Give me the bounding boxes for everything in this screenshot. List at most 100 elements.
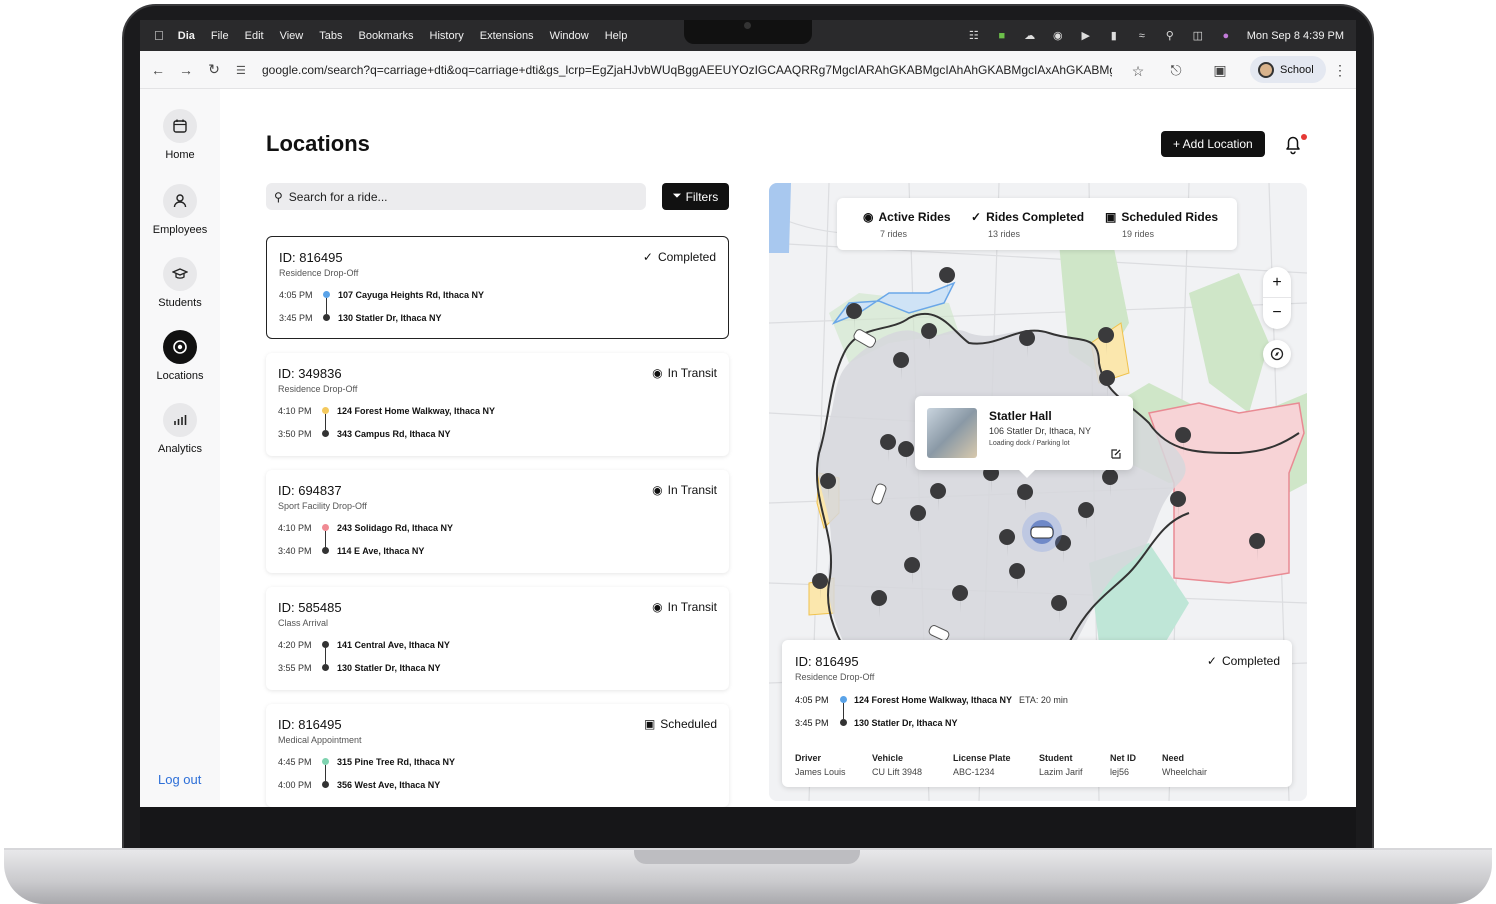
- detail-status: Completed: [1221, 654, 1280, 668]
- route-line: [325, 414, 326, 430]
- chart-icon: [163, 403, 197, 437]
- apple-icon[interactable]: : [154, 28, 164, 43]
- menu-help[interactable]: Help: [605, 30, 628, 42]
- menu-edit[interactable]: Edit: [245, 30, 264, 42]
- stat-label: Rides Completed: [986, 210, 1085, 224]
- profile-button[interactable]: School: [1250, 56, 1326, 83]
- ride-id: ID: 816495: [278, 717, 342, 732]
- ride-card[interactable]: ID: 349836 Residence Drop-Off ◉ In Transit 4…: [266, 353, 729, 456]
- menu-file[interactable]: File: [211, 30, 229, 42]
- status-badge: ✓ Completed: [643, 250, 716, 264]
- meta-key: Net ID: [1110, 753, 1137, 763]
- status-badge: ◉ In Transit: [652, 366, 717, 380]
- meta-value: Wheelchair: [1162, 767, 1208, 777]
- add-location-button[interactable]: + Add Location: [1161, 131, 1265, 157]
- more-menu-icon[interactable]: ⋮: [1326, 56, 1354, 84]
- meta-value: ABC-1234: [953, 767, 995, 777]
- dropoff-address: 130 Statler Dr, Ithaca NY: [337, 663, 441, 673]
- cast-icon[interactable]: ▣: [1206, 56, 1234, 84]
- route-line: [326, 298, 327, 314]
- notification-dot: [1301, 134, 1307, 140]
- filters-button[interactable]: ⏷ Filters: [662, 183, 729, 210]
- status-badge: ▣ Scheduled: [644, 717, 717, 731]
- check-circle-icon: ✓: [971, 210, 982, 224]
- screen:  Dia File Edit View Tabs Bookmarks Hist…: [140, 20, 1356, 807]
- battery-icon[interactable]: ▮: [1107, 29, 1121, 43]
- menu-window[interactable]: Window: [550, 30, 589, 42]
- android-icon[interactable]: ■: [995, 29, 1009, 43]
- compass-icon[interactable]: [1263, 340, 1291, 368]
- ride-card[interactable]: ID: 694837 Sport Facility Drop-Off ◉ In Tra…: [266, 470, 729, 573]
- filter-icon: ⏷: [672, 190, 682, 202]
- sidebar-item-employees[interactable]: Employees: [140, 184, 220, 236]
- search-icon: ⚲: [274, 189, 283, 204]
- pickup-time: 4:45 PM: [278, 757, 312, 767]
- edit-icon[interactable]: [1110, 448, 1122, 460]
- sidebar-item-label: Students: [158, 297, 202, 309]
- search-input[interactable]: ⚲ Search for a ride...: [266, 183, 646, 210]
- menu-app-name[interactable]: Dia: [178, 30, 195, 42]
- menu-clock[interactable]: Mon Sep 8 4:39 PM: [1247, 30, 1344, 42]
- ride-type: Residence Drop-Off: [278, 384, 358, 394]
- spotlight-icon[interactable]: ⚲: [1163, 29, 1177, 43]
- site-settings-icon[interactable]: ☰: [236, 64, 256, 77]
- ride-status: Completed: [657, 250, 716, 264]
- wifi-icon[interactable]: ≈: [1135, 29, 1149, 43]
- menu-view[interactable]: View: [280, 30, 304, 42]
- siri-icon[interactable]: ●: [1219, 29, 1233, 43]
- sidebar-item-students[interactable]: Students: [140, 257, 220, 309]
- bezel-bottom: [140, 807, 1356, 850]
- sidebar-item-home[interactable]: Home: [140, 109, 220, 161]
- menu-bookmarks[interactable]: Bookmarks: [358, 30, 413, 42]
- ride-card[interactable]: ID: 816495 Residence Drop-Off ✓ Completed 4:…: [266, 236, 729, 339]
- cloud-icon[interactable]: ☁: [1023, 29, 1037, 43]
- extensions-icon[interactable]: ⎋: [1162, 56, 1190, 84]
- calendar-icon: ▣: [1105, 210, 1117, 224]
- route-dot: [322, 758, 329, 765]
- menu-bar-status: ☷ ■ ☁ ◉ ▶ ▮ ≈ ⚲ ◫ ● Mon Sep 8 4:39 PM: [967, 20, 1344, 51]
- control-center-icon[interactable]: ◫: [1191, 29, 1205, 43]
- bookmark-star-icon[interactable]: ☆: [1124, 57, 1152, 85]
- url-text[interactable]: google.com/search?q=carriage+dti&oq=carr…: [262, 63, 1112, 77]
- sidebar-item-analytics[interactable]: Analytics: [140, 403, 220, 455]
- menu-extensions[interactable]: Extensions: [480, 30, 534, 42]
- menu-tabs[interactable]: Tabs: [319, 30, 342, 42]
- play-icon[interactable]: ▶: [1079, 29, 1093, 43]
- app: Home Employees Students Locations Analyt…: [140, 89, 1356, 807]
- status-badge: ◉ In Transit: [652, 600, 717, 614]
- status-app-icon[interactable]: ☷: [967, 29, 981, 43]
- zoom-in-button[interactable]: +: [1263, 267, 1291, 298]
- ride-status: Scheduled: [660, 717, 717, 731]
- ride-card[interactable]: ID: 585485 Class Arrival ◉ In Transit 4:20 P…: [266, 587, 729, 690]
- graduation-cap-icon: [163, 257, 197, 291]
- address-bar[interactable]: ☰ google.com/search?q=carriage+dti&oq=ca…: [236, 57, 1146, 83]
- map[interactable]: ◉ Active Rides 7 rides ✓ Rides Completed…: [769, 183, 1307, 801]
- transit-icon: ◉: [863, 210, 874, 224]
- meta-need: Need Wheelchair: [1162, 753, 1207, 777]
- ride-id: ID: 694837: [278, 483, 342, 498]
- meta-key: Vehicle: [872, 753, 904, 763]
- back-arrow-icon[interactable]: ←: [144, 56, 172, 84]
- dropoff-time: 4:00 PM: [278, 780, 312, 790]
- route-dot: [840, 719, 847, 726]
- check-circle-icon: ✓: [642, 250, 653, 264]
- location-popup[interactable]: Statler Hall 106 Statler Dr, Ithaca, NY …: [915, 396, 1133, 478]
- stat-completed: ✓ Rides Completed: [971, 210, 1084, 224]
- stat-label: Active Rides: [878, 210, 951, 224]
- menu-history[interactable]: History: [430, 30, 464, 42]
- route-line: [843, 703, 844, 719]
- zoom-out-button[interactable]: −: [1263, 298, 1291, 329]
- ride-detail-card[interactable]: ID: 816495 Residence Drop-Off ✓ Complete…: [782, 640, 1292, 787]
- reload-icon[interactable]: ↻: [200, 56, 228, 84]
- avatar: [1258, 61, 1274, 78]
- grammarly-icon[interactable]: ◉: [1051, 29, 1065, 43]
- sidebar-item-locations[interactable]: Locations: [140, 330, 220, 382]
- pickup-time: 4:10 PM: [278, 406, 312, 416]
- sidebar-item-label: Locations: [156, 370, 204, 382]
- route-dot: [840, 696, 847, 703]
- forward-arrow-icon[interactable]: →: [172, 56, 200, 84]
- stat-sub: 19 rides: [1122, 229, 1155, 239]
- route-line: [325, 648, 326, 664]
- logout-link[interactable]: Log out: [158, 772, 201, 787]
- ride-card[interactable]: ID: 816495 Medical Appointment ▣ Scheduled 4…: [266, 704, 729, 807]
